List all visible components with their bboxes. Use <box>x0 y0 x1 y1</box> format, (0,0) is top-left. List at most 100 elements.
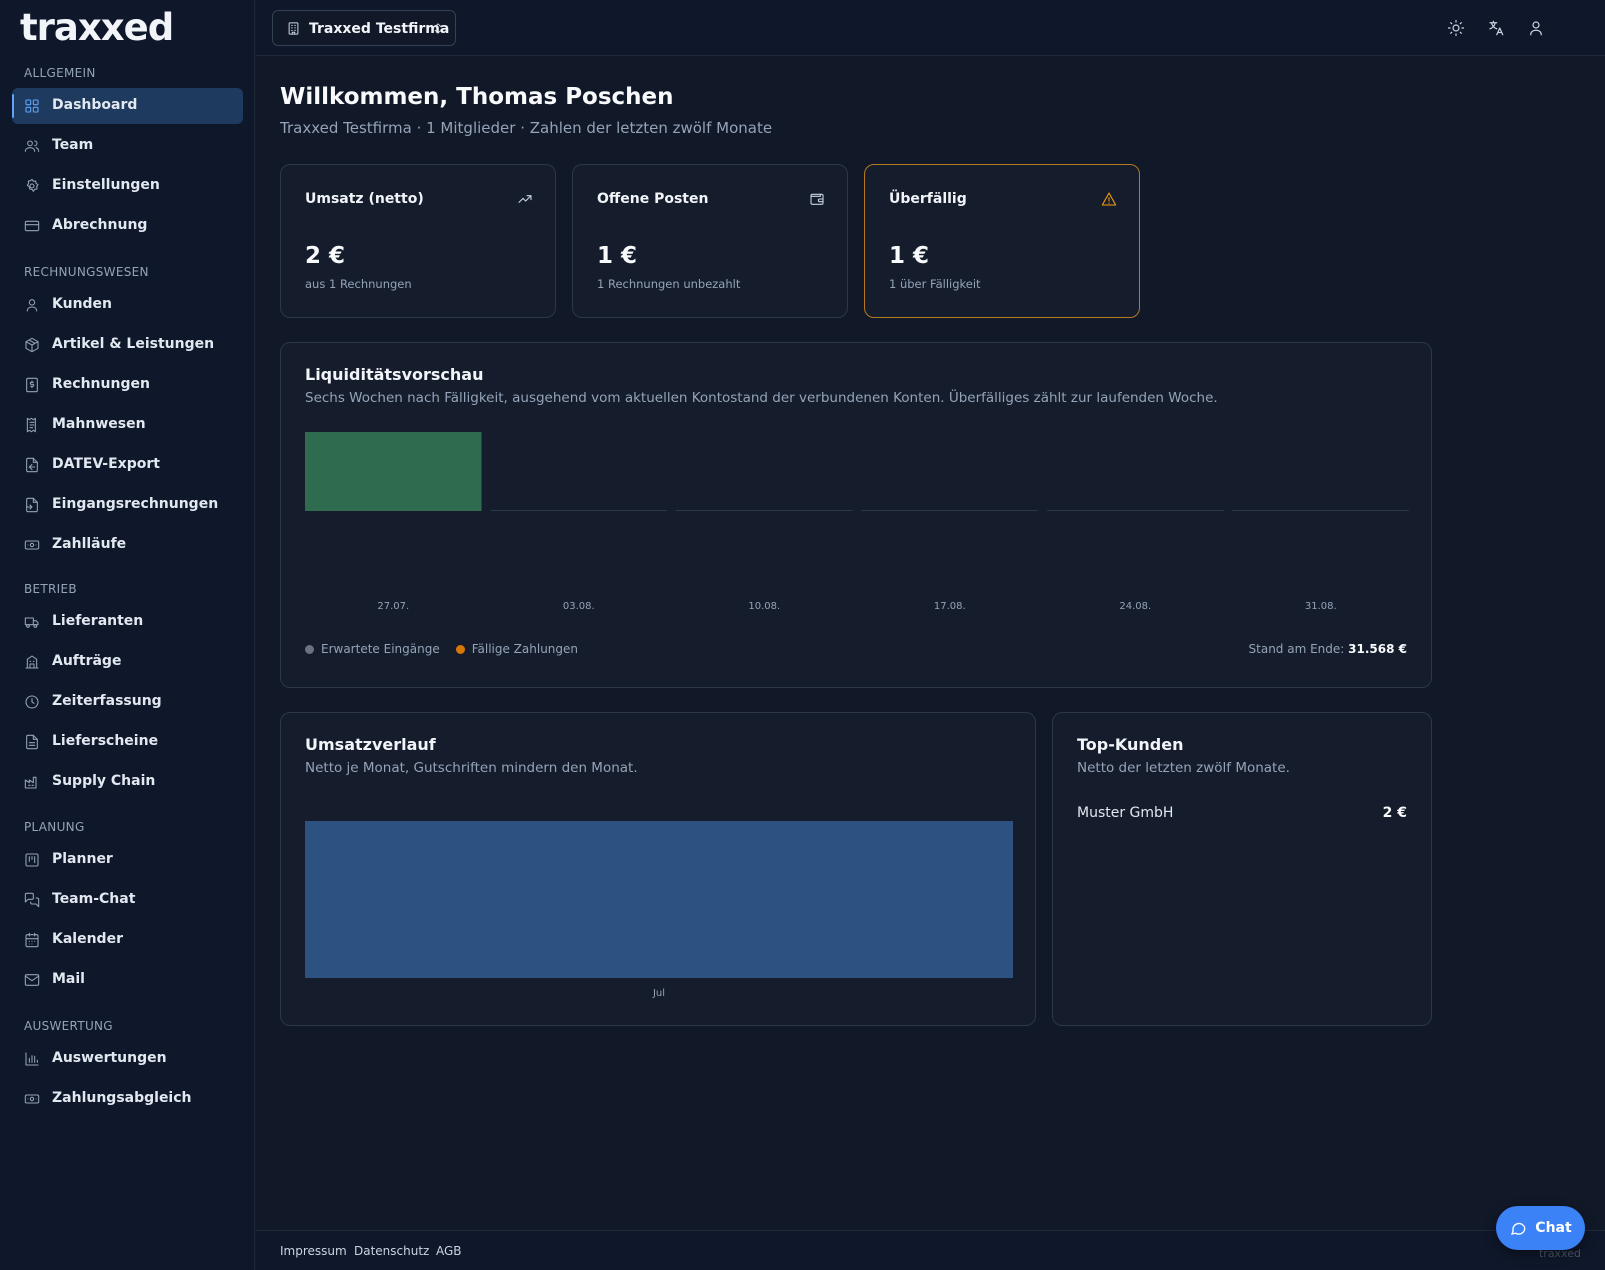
section-title: Top-Kunden <box>1077 735 1184 754</box>
sidebar-item-team-chat[interactable]: Team-Chat <box>12 882 243 918</box>
revenue-chart: Jul <box>305 821 1013 999</box>
kpi-value: 2 € <box>305 243 346 269</box>
kpi-title: Überfällig <box>889 191 967 207</box>
kpi-subtext: 1 über Fälligkeit <box>889 277 981 291</box>
sidebar-item-label: Kunden <box>52 296 113 312</box>
kpi-value: 1 € <box>889 243 930 269</box>
liquidity-bar <box>1232 510 1409 511</box>
sidebar-item-label: Mail <box>52 971 85 987</box>
sidebar-item-datev-export[interactable]: DATEV-Export <box>12 447 243 483</box>
sidebar-item-artikel-leistungen[interactable]: Artikel & Leistungen <box>12 327 243 363</box>
sun-icon[interactable] <box>1447 19 1465 37</box>
footer-link-datenschutz[interactable]: Datenschutz <box>354 1244 429 1258</box>
section-subtitle: Netto je Monat, Gutschriften mindern den… <box>305 760 638 776</box>
liquidity-bar <box>676 510 853 511</box>
invoice-icon <box>24 377 40 393</box>
sidebar-item-label: Artikel & Leistungen <box>52 336 215 352</box>
revenue-card: Umsatzverlauf Netto je Monat, Gutschrift… <box>280 712 1036 1026</box>
kpi-title: Offene Posten <box>597 191 709 207</box>
sidebar-item-zahlungsabgleich[interactable]: Zahlungsabgleich <box>12 1081 243 1117</box>
sidebar-item-aufträge[interactable]: Aufträge <box>12 644 243 680</box>
sidebar-item-auswertungen[interactable]: Auswertungen <box>12 1041 243 1077</box>
calendar-icon <box>24 932 40 948</box>
sidebar-item-planner[interactable]: Planner <box>12 842 243 878</box>
user-icon <box>24 297 40 313</box>
nav-section-title: AUSWERTUNG <box>24 1019 113 1033</box>
chevrons-up-down-icon <box>431 21 445 36</box>
sidebar-item-label: DATEV-Export <box>52 456 160 472</box>
top-customers-card: Top-Kunden Netto der letzten zwölf Monat… <box>1052 712 1432 1026</box>
app-logo[interactable]: traxxed <box>20 6 174 49</box>
legend-dot <box>305 644 314 654</box>
x-tick-label: Jul <box>652 988 665 999</box>
file-export-icon <box>24 457 40 473</box>
sidebar-item-eingangsrechnungen[interactable]: Eingangsrechnungen <box>12 487 243 523</box>
sidebar-item-kalender[interactable]: Kalender <box>12 922 243 958</box>
sidebar: traxxed ALLGEMEIN Dashboard Team Einstellun… <box>0 0 255 1270</box>
page-title: Willkommen, Thomas Poschen <box>280 84 674 110</box>
sidebar-item-label: Zahlläufe <box>52 536 127 552</box>
translate-icon[interactable] <box>1487 19 1505 37</box>
kpi-card-revenue[interactable]: Umsatz (netto) 2 € aus 1 Rechnungen <box>280 164 556 318</box>
nav-section-title: PLANUNG <box>24 820 85 834</box>
liquidity-bar <box>861 510 1038 511</box>
sidebar-item-dashboard[interactable]: Dashboard <box>12 88 243 124</box>
chat-icon <box>24 892 40 908</box>
sidebar-item-zeiterfassung[interactable]: Zeiterfassung <box>12 684 243 720</box>
kanban-icon <box>24 852 40 868</box>
user-icon[interactable] <box>1527 19 1545 37</box>
chat-button[interactable]: Chat <box>1496 1206 1585 1250</box>
sidebar-item-team[interactable]: Team <box>12 128 243 164</box>
sidebar-item-lieferanten[interactable]: Lieferanten <box>12 604 243 640</box>
sidebar-item-rechnungen[interactable]: Rechnungen <box>12 367 243 403</box>
x-tick-label: 17.08. <box>934 601 966 612</box>
kpi-card-overdue[interactable]: Überfällig 1 € 1 über Fälligkeit <box>864 164 1140 318</box>
sidebar-item-label: Team-Chat <box>52 891 136 907</box>
nav-section-title: ALLGEMEIN <box>24 66 96 80</box>
sidebar-item-lieferscheine[interactable]: Lieferscheine <box>12 724 243 760</box>
mail-icon <box>24 972 40 988</box>
kpi-card-open-items[interactable]: Offene Posten 1 € 1 Rechnungen unbezahlt <box>572 164 848 318</box>
sidebar-item-label: Auswertungen <box>52 1050 167 1066</box>
x-tick-label: 03.08. <box>563 601 595 612</box>
sidebar-item-label: Zahlungsabgleich <box>52 1090 192 1106</box>
sidebar-item-label: Einstellungen <box>52 177 160 193</box>
bar-chart-icon <box>24 1051 40 1067</box>
gear-icon <box>24 178 40 194</box>
sidebar-item-label: Lieferanten <box>52 613 144 629</box>
sidebar-item-einstellungen[interactable]: Einstellungen <box>12 168 243 204</box>
sidebar-item-kunden[interactable]: Kunden <box>12 287 243 323</box>
sidebar-item-label: Rechnungen <box>52 376 150 392</box>
building-icon <box>24 654 40 670</box>
footer-link-agb[interactable]: AGB <box>436 1244 462 1258</box>
wallet-icon <box>809 191 825 207</box>
sidebar-item-abrechnung[interactable]: Abrechnung <box>12 208 243 244</box>
sidebar-item-mail[interactable]: Mail <box>12 962 243 998</box>
x-tick-label: 24.08. <box>1119 601 1151 612</box>
page-subtitle: Traxxed Testfirma · 1 Mitglieder · Zahle… <box>280 119 773 137</box>
main-content: Willkommen, Thomas Poschen Traxxed Testf… <box>256 56 1605 1230</box>
trending-up-icon <box>517 191 533 207</box>
sidebar-item-supply-chain[interactable]: Supply Chain <box>12 764 243 800</box>
ending-balance-label: Stand am Ende: <box>1248 642 1345 656</box>
ending-balance-value: 31.568 € <box>1348 642 1407 656</box>
banknote-icon <box>24 537 40 553</box>
customer-name: Muster GmbH <box>1077 805 1174 821</box>
legend-label: Erwartete Eingänge <box>321 642 440 656</box>
footer-link-impressum[interactable]: Impressum <box>280 1244 347 1258</box>
revenue-bar <box>305 821 1013 978</box>
clock-icon <box>24 694 40 710</box>
kpi-subtext: 1 Rechnungen unbezahlt <box>597 277 741 291</box>
company-switcher[interactable]: Traxxed Testfirma <box>272 10 456 46</box>
list-item[interactable]: Muster GmbH 2 € <box>1077 805 1407 821</box>
dashboard-icon <box>24 98 40 114</box>
liquidity-card: Liquiditätsvorschau Sechs Wochen nach Fä… <box>280 342 1432 688</box>
sidebar-item-mahnwesen[interactable]: Mahnwesen <box>12 407 243 443</box>
truck-icon <box>24 614 40 630</box>
kpi-value: 1 € <box>597 243 638 269</box>
sidebar-item-zahlläufe[interactable]: Zahlläufe <box>12 527 243 563</box>
warning-icon <box>1101 191 1117 207</box>
ending-balance: Stand am Ende: 31.568 € <box>1249 642 1407 656</box>
topbar: Traxxed Testfirma <box>256 0 1605 56</box>
liquidity-chart: 27.07. 03.08. 10.08. 17.08. 24.08. 31.08. <box>305 432 1409 612</box>
